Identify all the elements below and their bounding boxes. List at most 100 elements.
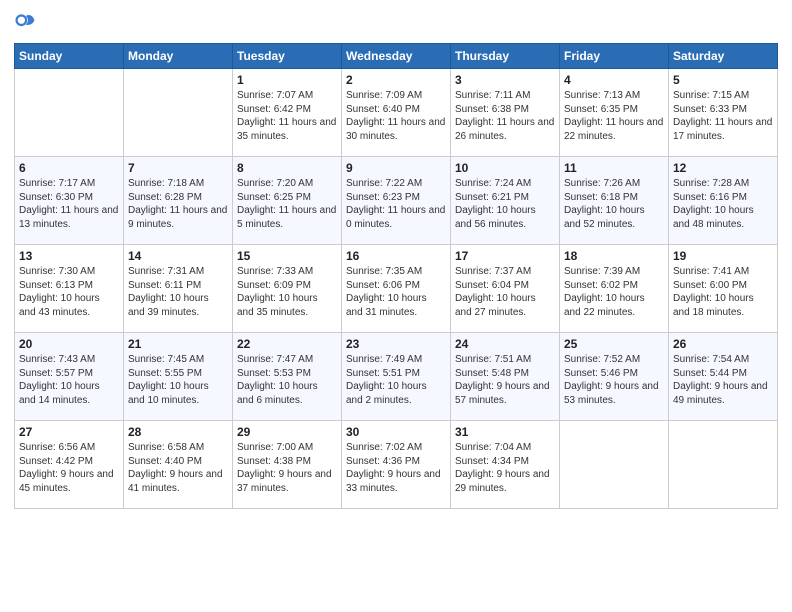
day-content: Sunrise: 7:15 AM Sunset: 6:33 PM Dayligh… [673,89,773,143]
calendar-cell: 5 Sunrise: 7:15 AM Sunset: 6:33 PM Daylig… [669,69,778,157]
calendar-cell: 25 Sunrise: 7:52 AM Sunset: 5:46 PM Dayli… [560,333,669,421]
day-content: Sunrise: 7:17 AM Sunset: 6:30 PM Dayligh… [19,177,119,231]
day-content: Sunrise: 7:30 AM Sunset: 6:13 PM Dayligh… [19,265,119,319]
day-number: 13 [19,249,119,263]
day-number: 10 [455,161,555,175]
calendar-cell: 8Sunrise: 7:20 AM Sunset: 6:25 PM Daylig… [233,157,342,245]
day-number: 30 [346,425,446,439]
calendar-week-5: 27Sunrise: 6:56 AM Sunset: 4:42 PM Dayli… [15,421,778,509]
day-content: Sunrise: 7:02 AM Sunset: 4:36 PM Dayligh… [346,441,446,495]
day-content: Sunrise: 7:49 AM Sunset: 5:51 PM Dayligh… [346,353,446,407]
day-content: Sunrise: 7:07 AM Sunset: 6:42 PM Dayligh… [237,89,337,143]
day-content: Sunrise: 7:11 AM Sunset: 6:38 PM Dayligh… [455,89,555,143]
calendar-cell [124,69,233,157]
day-content: Sunrise: 6:56 AM Sunset: 4:42 PM Dayligh… [19,441,119,495]
calendar-cell: 1 Sunrise: 7:07 AM Sunset: 6:42 PM Daylig… [233,69,342,157]
calendar-cell: 9 Sunrise: 7:22 AM Sunset: 6:23 PM Daylig… [342,157,451,245]
day-content: Sunrise: 7:04 AM Sunset: 4:34 PM Dayligh… [455,441,555,495]
day-number: 22 [237,337,337,351]
day-content: Sunrise: 7:09 AM Sunset: 6:40 PM Dayligh… [346,89,446,143]
day-number: 1 [237,73,337,87]
day-content: Sunrise: 7:35 AM Sunset: 6:06 PM Dayligh… [346,265,446,319]
day-content: Sunrise: 7:39 AM Sunset: 6:02 PM Dayligh… [564,265,664,319]
day-number: 17 [455,249,555,263]
day-number: 18 [564,249,664,263]
calendar-cell [15,69,124,157]
calendar-cell: 14 Sunrise: 7:31 AM Sunset: 6:11 PM Dayli… [124,245,233,333]
calendar-cell: 3 Sunrise: 7:11 AM Sunset: 6:38 PM Daylig… [451,69,560,157]
page: Sunday Monday Tuesday Wednesday Thursday… [0,0,792,612]
day-number: 11 [564,161,664,175]
day-content: Sunrise: 7:47 AM Sunset: 5:53 PM Dayligh… [237,353,337,407]
day-content: Sunrise: 7:22 AM Sunset: 6:23 PM Dayligh… [346,177,446,231]
calendar-week-1: 1 Sunrise: 7:07 AM Sunset: 6:42 PM Daylig… [15,69,778,157]
calendar-week-4: 20 Sunrise: 7:43 AM Sunset: 5:57 PM Dayli… [15,333,778,421]
day-content: Sunrise: 7:00 AM Sunset: 4:38 PM Dayligh… [237,441,337,495]
day-number: 29 [237,425,337,439]
day-content: Sunrise: 7:28 AM Sunset: 6:16 PM Dayligh… [673,177,773,231]
calendar-week-2: 6Sunrise: 7:17 AM Sunset: 6:30 PM Daylig… [15,157,778,245]
day-number: 3 [455,73,555,87]
day-number: 24 [455,337,555,351]
day-content: Sunrise: 7:54 AM Sunset: 5:44 PM Dayligh… [673,353,773,407]
calendar-cell: 23 Sunrise: 7:49 AM Sunset: 5:51 PM Dayli… [342,333,451,421]
day-content: Sunrise: 7:18 AM Sunset: 6:28 PM Dayligh… [128,177,228,231]
day-content: Sunrise: 7:45 AM Sunset: 5:55 PM Dayligh… [128,353,228,407]
day-number: 26 [673,337,773,351]
calendar-cell: 15 Sunrise: 7:33 AM Sunset: 6:09 PM Dayli… [233,245,342,333]
calendar-cell: 29 Sunrise: 7:00 AM Sunset: 4:38 PM Dayli… [233,421,342,509]
calendar-cell: 7 Sunrise: 7:18 AM Sunset: 6:28 PM Daylig… [124,157,233,245]
day-number: 14 [128,249,228,263]
day-number: 16 [346,249,446,263]
day-number: 19 [673,249,773,263]
day-content: Sunrise: 7:41 AM Sunset: 6:00 PM Dayligh… [673,265,773,319]
calendar-cell: 2 Sunrise: 7:09 AM Sunset: 6:40 PM Daylig… [342,69,451,157]
day-number: 7 [128,161,228,175]
calendar-cell [560,421,669,509]
day-number: 12 [673,161,773,175]
day-content: Sunrise: 7:51 AM Sunset: 5:48 PM Dayligh… [455,353,555,407]
calendar-cell: 19 Sunrise: 7:41 AM Sunset: 6:00 PM Dayli… [669,245,778,333]
day-number: 20 [19,337,119,351]
day-number: 21 [128,337,228,351]
day-content: Sunrise: 7:33 AM Sunset: 6:09 PM Dayligh… [237,265,337,319]
day-number: 31 [455,425,555,439]
calendar-cell: 30 Sunrise: 7:02 AM Sunset: 4:36 PM Dayli… [342,421,451,509]
day-number: 5 [673,73,773,87]
calendar-cell: 26 Sunrise: 7:54 AM Sunset: 5:44 PM Dayli… [669,333,778,421]
calendar-cell: 17Sunrise: 7:37 AM Sunset: 6:04 PM Dayli… [451,245,560,333]
col-tuesday: Tuesday [233,44,342,69]
day-content: Sunrise: 6:58 AM Sunset: 4:40 PM Dayligh… [128,441,228,495]
day-content: Sunrise: 7:52 AM Sunset: 5:46 PM Dayligh… [564,353,664,407]
calendar-cell: 24 Sunrise: 7:51 AM Sunset: 5:48 PM Dayli… [451,333,560,421]
day-content: Sunrise: 7:24 AM Sunset: 6:21 PM Dayligh… [455,177,555,231]
day-number: 2 [346,73,446,87]
day-number: 8 [237,161,337,175]
calendar-cell [669,421,778,509]
calendar-cell: 13 Sunrise: 7:30 AM Sunset: 6:13 PM Dayli… [15,245,124,333]
col-monday: Monday [124,44,233,69]
calendar-cell: 20 Sunrise: 7:43 AM Sunset: 5:57 PM Dayli… [15,333,124,421]
calendar-cell: 27Sunrise: 6:56 AM Sunset: 4:42 PM Dayli… [15,421,124,509]
logo [14,10,40,37]
day-content: Sunrise: 7:13 AM Sunset: 6:35 PM Dayligh… [564,89,664,143]
day-number: 23 [346,337,446,351]
day-number: 28 [128,425,228,439]
calendar-cell: 16 Sunrise: 7:35 AM Sunset: 6:06 PM Dayli… [342,245,451,333]
day-content: Sunrise: 7:26 AM Sunset: 6:18 PM Dayligh… [564,177,664,231]
day-content: Sunrise: 7:31 AM Sunset: 6:11 PM Dayligh… [128,265,228,319]
calendar-cell: 11 Sunrise: 7:26 AM Sunset: 6:18 PM Dayli… [560,157,669,245]
col-thursday: Thursday [451,44,560,69]
day-number: 9 [346,161,446,175]
calendar-table: Sunday Monday Tuesday Wednesday Thursday… [14,43,778,509]
calendar-cell: 22 Sunrise: 7:47 AM Sunset: 5:53 PM Dayli… [233,333,342,421]
day-number: 25 [564,337,664,351]
calendar-cell: 10 Sunrise: 7:24 AM Sunset: 6:21 PM Dayli… [451,157,560,245]
calendar-cell: 6Sunrise: 7:17 AM Sunset: 6:30 PM Daylig… [15,157,124,245]
header [14,10,778,37]
calendar-cell: 31 Sunrise: 7:04 AM Sunset: 4:34 PM Dayli… [451,421,560,509]
day-content: Sunrise: 7:43 AM Sunset: 5:57 PM Dayligh… [19,353,119,407]
day-header-row: Sunday Monday Tuesday Wednesday Thursday… [15,44,778,69]
calendar-cell: 21 Sunrise: 7:45 AM Sunset: 5:55 PM Dayli… [124,333,233,421]
day-number: 15 [237,249,337,263]
